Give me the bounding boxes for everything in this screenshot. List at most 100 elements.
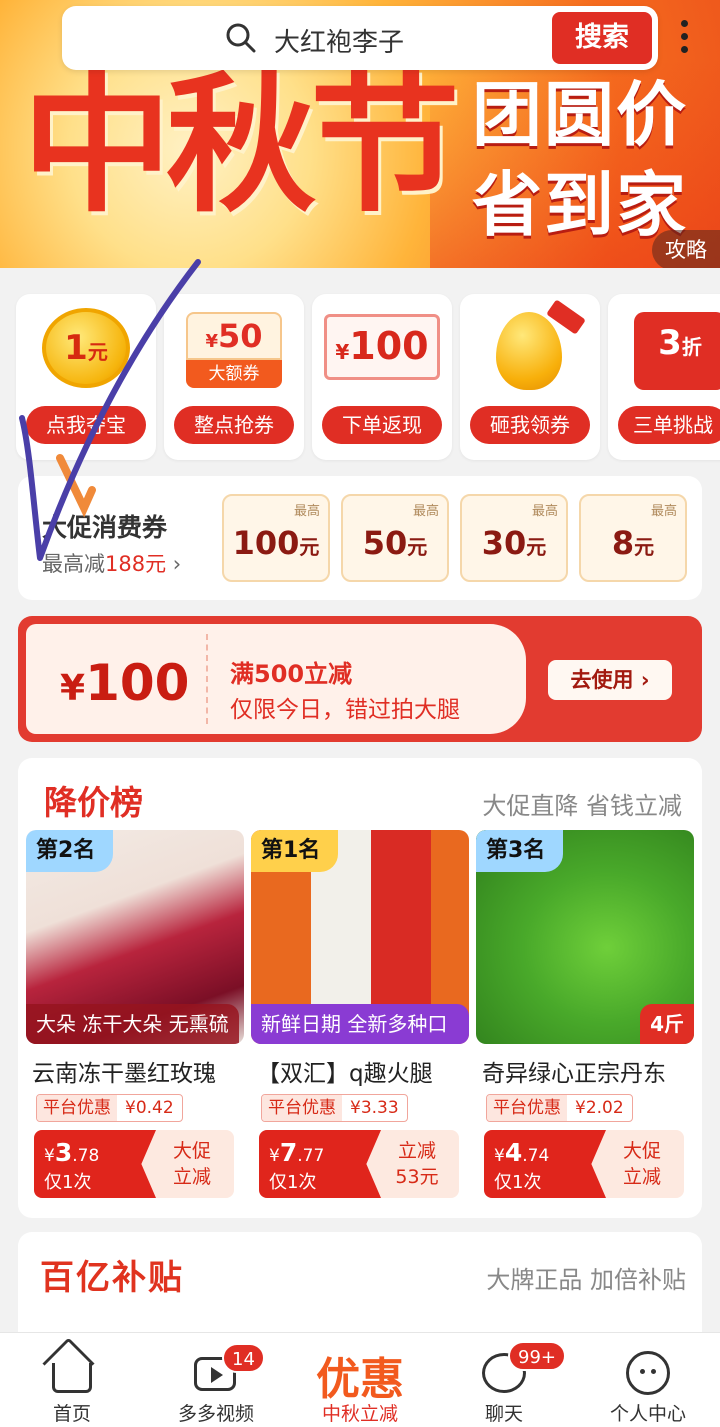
chat-badge: 99+ [508, 1341, 566, 1371]
price-int: 4 [504, 1138, 523, 1167]
home-icon [52, 1363, 92, 1393]
entry-cashback[interactable]: ¥100 下单返现 [312, 294, 452, 460]
promo-label: 平台优惠 [37, 1095, 117, 1121]
voucher-card[interactable]: 最高 30元 [460, 494, 568, 582]
rank-badge: 第2名 [26, 830, 114, 872]
voucher-cap: 最高 [531, 504, 558, 519]
price-limit: 仅1次 [494, 1172, 542, 1193]
product-price: ¥7.77 [269, 1138, 324, 1167]
voucher-cap: 最高 [412, 504, 439, 519]
price-limit: 仅1次 [269, 1172, 317, 1193]
vouchers-title: 大促消费券 [42, 513, 168, 542]
image-label: 新鲜日期 全新多种口味 [251, 1004, 469, 1044]
voucher-unit: 元 [634, 535, 655, 559]
entry-treasure[interactable]: 1元 点我夺宝 [16, 294, 156, 460]
coupon-amount: ¥100 [60, 654, 189, 712]
entry-grab-coupon[interactable]: ¥50 大额券 整点抢券 [164, 294, 304, 460]
voucher-unit: 元 [407, 535, 428, 559]
coupon-subtitle: 大额券 [186, 360, 282, 388]
tab-chat[interactable]: 99+ 聊天 [432, 1333, 576, 1427]
more-icon[interactable] [672, 18, 696, 60]
consumption-vouchers[interactable]: 大促消费券 最高减188元 › 最高 100元 最高 50元 最高 30元 最高… [18, 476, 702, 600]
rank-badge: 第1名 [251, 830, 339, 872]
hero-subtitle-2: 省到家 [472, 163, 688, 246]
subsidy-subtitle: 大牌正品 加倍补贴 [486, 1266, 686, 1294]
voucher-amount: 8 [611, 524, 635, 562]
tab-label: 中秋立减 [321, 1403, 398, 1425]
price-right: 立减 53元 [387, 1138, 447, 1190]
tab-label: 首页 [52, 1403, 91, 1425]
price-right-2: 立减 [172, 1166, 211, 1188]
price-limit: 仅1次 [44, 1172, 92, 1193]
price-bar: ¥7.77 仅1次 立减 53元 [259, 1130, 459, 1198]
voucher-amount: 50 [362, 524, 408, 562]
rank-badge: 第3名 [476, 830, 564, 872]
discount-unit: 折 [681, 335, 702, 359]
search-input[interactable]: 大红袍李子 [274, 22, 404, 59]
product-card[interactable]: 第1名 新鲜日期 全新多种口味 【双汇】q趣火腿 平台优惠 ¥3.33 ¥7.77… [251, 828, 469, 1206]
hero-title: 中秋节 [22, 57, 460, 233]
voucher-cap: 最高 [293, 504, 320, 519]
coin-unit: 元 [87, 340, 108, 364]
search-icon [226, 23, 256, 53]
price-right-2: 53元 [395, 1166, 439, 1188]
price-right-1: 立减 [397, 1140, 436, 1162]
voucher-cap: 最高 [650, 504, 677, 519]
golden-egg-icon [496, 312, 562, 390]
price-drop-subtitle: 大促直降 省钱立减 [482, 792, 682, 820]
tab-home[interactable]: 首页 [0, 1333, 144, 1427]
product-price: ¥3.78 [44, 1138, 99, 1167]
promo-value: ¥3.33 [350, 1098, 399, 1118]
tab-promotion[interactable]: 优惠 中秋立减 [288, 1333, 432, 1427]
voucher-amount: 30 [481, 524, 527, 562]
product-card[interactable]: 第3名 4斤 奇异绿心正宗丹东 平台优惠 ¥2.02 ¥4.74 仅1次 大促 立减 [476, 828, 694, 1206]
promotion-title: 优惠 [316, 1354, 404, 1405]
product-card[interactable]: 第2名 大朵 冻干大朵 无熏硫 云南冻干墨红玫瑰 平台优惠 ¥0.42 ¥3.78… [26, 828, 244, 1206]
voucher-card[interactable]: 最高 50元 [341, 494, 449, 582]
discount-icon: 3折 [634, 312, 720, 390]
search-bar[interactable]: 大红袍李子 搜索 [62, 6, 658, 70]
use-coupon-button[interactable]: 去使用 › [548, 660, 672, 700]
entry-label: 三单挑战 [618, 406, 720, 444]
big-coupon-banner[interactable]: ¥100 满500立减 仅限今日，错过拍大腿 去使用 › [18, 616, 702, 742]
product-title: 奇异绿心正宗丹东 [482, 1061, 666, 1087]
discount-amount: 3 [658, 323, 682, 363]
product-title: 【双汇】q趣火腿 [257, 1061, 433, 1087]
cashback-amount: 100 [349, 324, 429, 368]
image-label: 4斤 [640, 1004, 694, 1044]
voucher-card[interactable]: 最高 8元 [579, 494, 687, 582]
price-bar: ¥3.78 仅1次 大促立减 [34, 1130, 234, 1198]
product-price: ¥4.74 [494, 1138, 549, 1167]
voucher-card[interactable]: 最高 100元 [222, 494, 330, 582]
cashback-icon: ¥100 [324, 314, 440, 380]
price-right-2: 立减 [622, 1166, 661, 1188]
voucher-unit: 元 [526, 535, 547, 559]
video-badge: 14 [222, 1343, 265, 1373]
image-label: 大朵 冻干大朵 无熏硫 [26, 1004, 239, 1044]
price-right-1: 大促 [172, 1140, 211, 1162]
promo-tag: 平台优惠 ¥0.42 [36, 1094, 183, 1122]
entry-label: 点我夺宝 [26, 406, 146, 444]
tab-label: 聊天 [484, 1403, 523, 1425]
promo-value: ¥0.42 [125, 1098, 174, 1118]
promo-label: 平台优惠 [487, 1095, 567, 1121]
entry-smash-egg[interactable]: 砸我领券 [460, 294, 600, 460]
strategy-tag[interactable]: 攻略 [652, 230, 720, 268]
entry-label: 砸我领券 [470, 406, 590, 444]
promo-tag: 平台优惠 ¥3.33 [261, 1094, 408, 1122]
voucher-amount: 100 [232, 524, 300, 562]
coupon-symbol: ¥ [60, 668, 86, 709]
tab-profile[interactable]: 个人中心 [576, 1333, 720, 1427]
cashback-symbol: ¥ [335, 340, 350, 364]
big-coupon-icon: ¥50 大额券 [186, 312, 282, 388]
vouchers-sub-prefix: 最高减 [42, 552, 105, 576]
entry-three-orders[interactable]: 3折 三单挑战 [608, 294, 720, 460]
search-button[interactable]: 搜索 [552, 12, 652, 64]
voucher-unit: 元 [299, 535, 320, 559]
entry-label: 下单返现 [322, 406, 442, 444]
coupon-divider [206, 634, 208, 724]
user-icon [626, 1351, 670, 1395]
entry-row: 1元 点我夺宝 ¥50 大额券 整点抢券 ¥100 下单返现 砸我领券 3折 三… [0, 268, 720, 468]
coupon-value: 100 [85, 654, 190, 712]
tab-video[interactable]: 14 多多视频 [144, 1333, 288, 1427]
